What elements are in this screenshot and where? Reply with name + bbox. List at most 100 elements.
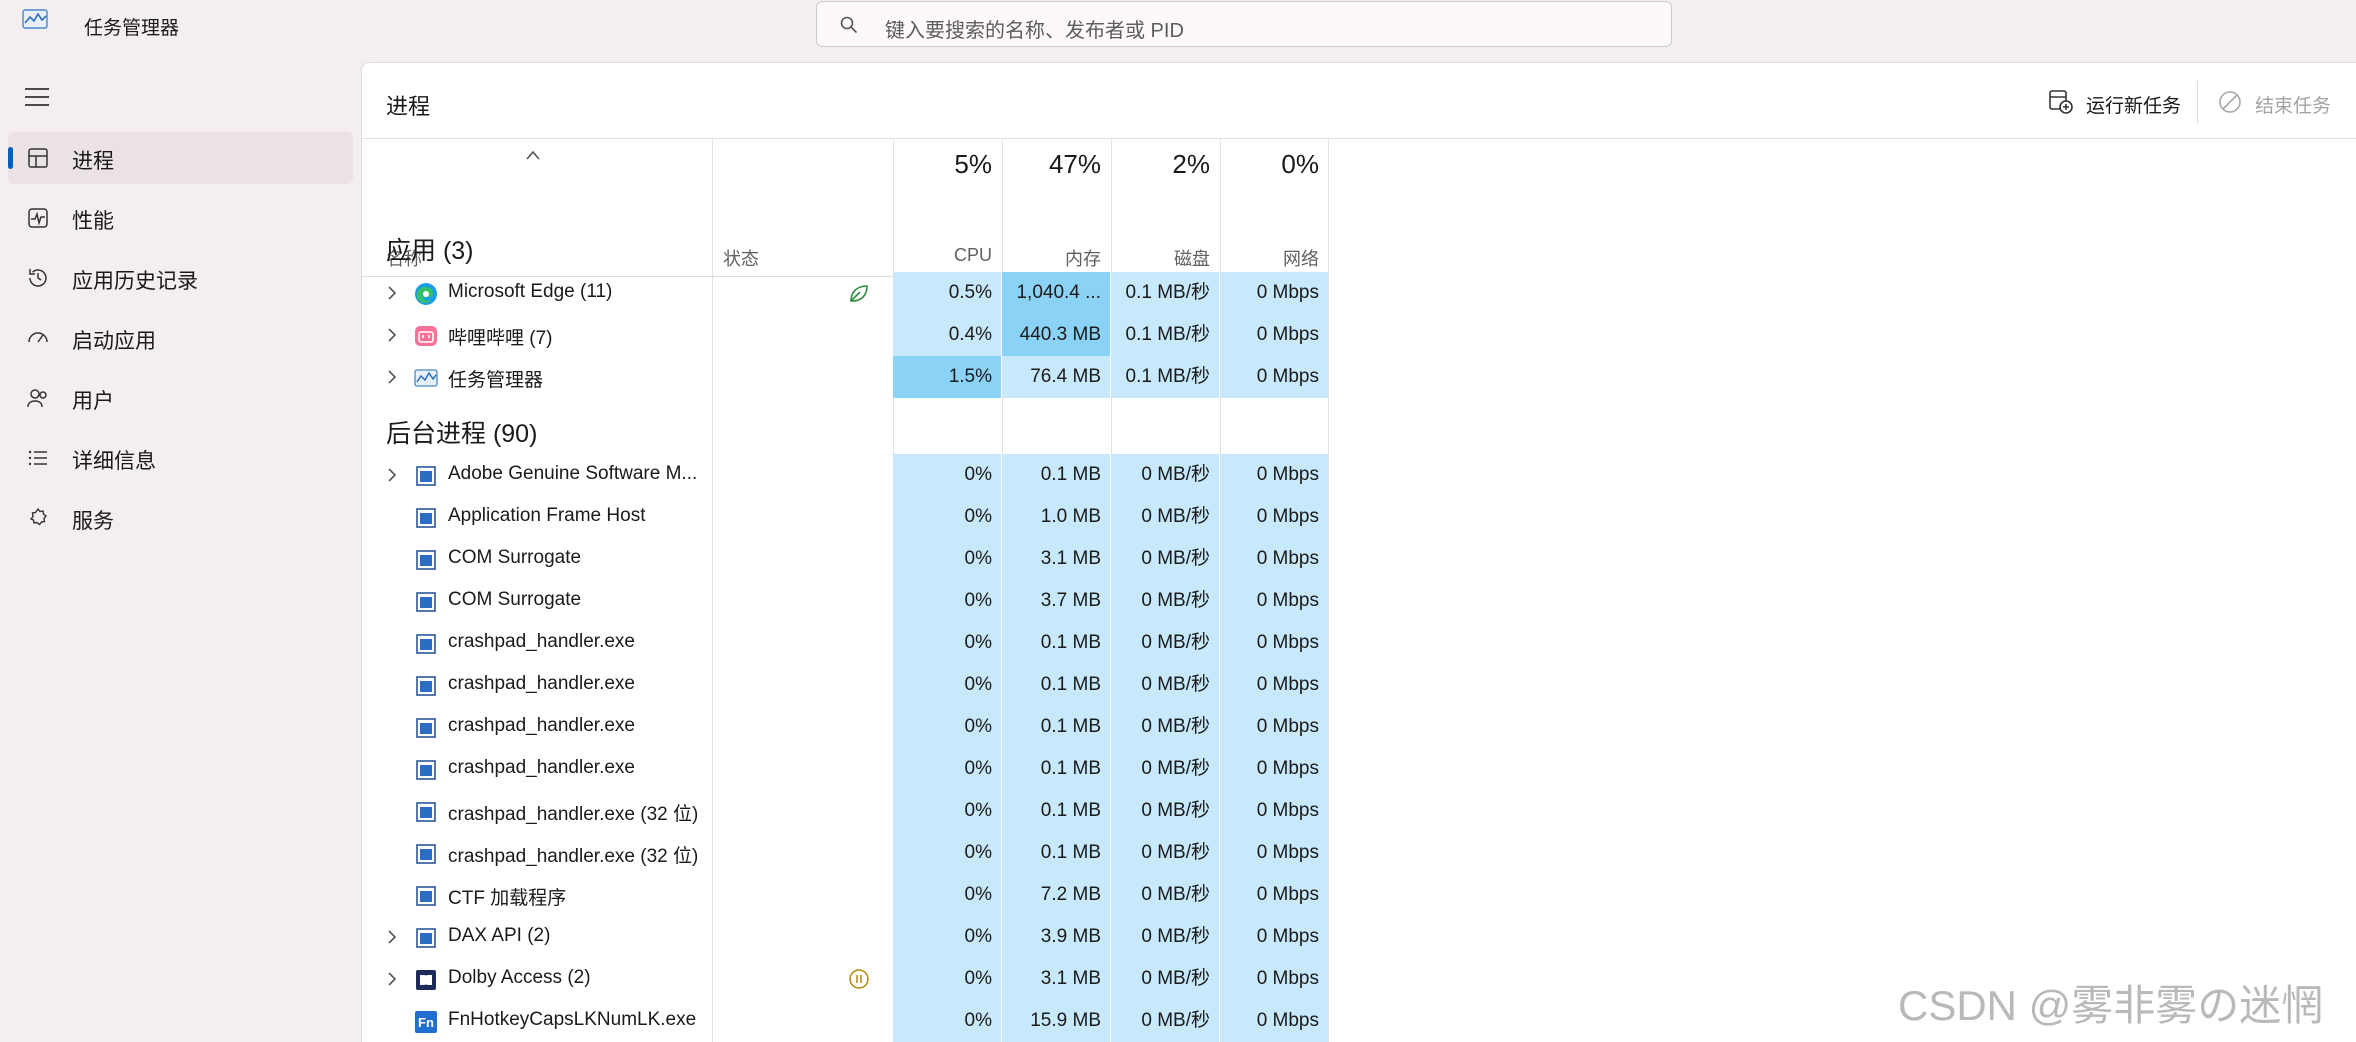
sidebar-item-startup-apps[interactable]: 启动应用 [8,312,353,364]
network-cell: 0 Mbps [1220,790,1328,832]
network-cell: 0 Mbps [1220,748,1328,790]
process-name: DAX API (2) [448,925,551,946]
app-history-icon [29,269,47,287]
processes-icon [28,148,48,168]
process-name: COM Surrogate [448,547,582,568]
table-row[interactable]: 哔哩哔哩 (7) 0.4% 440.3 MB 0.1 MB/秒 0 Mbps [362,314,1328,356]
task-manager-app-icon [22,9,48,29]
process-name: crashpad_handler.exe (32 位) [448,846,699,867]
active-indicator [8,147,13,169]
network-cell: 0 Mbps [1220,916,1328,958]
chevron-right-icon[interactable] [386,928,398,946]
sidebar-item-performance[interactable]: 性能 [8,192,353,244]
process-name: crashpad_handler.exe [448,631,635,652]
column-header-network[interactable]: 0% 网络 [1220,139,1328,276]
disk-cell: 0 MB/秒 [1111,958,1219,1000]
cpu-cell: 1.5% [893,356,1001,398]
disk-cell: 0 MB/秒 [1111,664,1219,706]
table-row[interactable]: Dolby Access (2) 0% 3.1 MB 0 MB/秒 0 Mbps [362,958,1328,1000]
disk-cell: 0 MB/秒 [1111,580,1219,622]
cpu-cell: 0% [893,1000,1001,1042]
sidebar-item-processes[interactable]: 进程 [8,132,353,184]
end-task-label: 结束任务 [2255,96,2332,117]
table-row[interactable]: Application Frame Host 0% 1.0 MB 0 MB/秒 0 Mb… [362,496,1328,538]
column-header-memory[interactable]: 47% 内存 [1002,139,1110,276]
table-row[interactable]: crashpad_handler.exe 0% 0.1 MB 0 MB/秒 0 Mbps [362,622,1328,664]
startup-apps-icon [28,332,48,343]
table-row[interactable]: DAX API (2) 0% 3.9 MB 0 MB/秒 0 Mbps [362,916,1328,958]
group-title-background: 后台进程 (90) [386,420,538,448]
table-row[interactable]: Adobe Genuine Software M... 0% 0.1 MB 0 MB/… [362,454,1328,496]
chevron-right-icon[interactable] [386,326,398,344]
chevron-right-icon[interactable] [386,970,398,988]
hamburger-menu-icon[interactable] [24,86,50,108]
table-row[interactable]: crashpad_handler.exe (32 位) 0% 0.1 MB 0 MB/… [362,832,1328,874]
sidebar-item-label: 应用历史记录 [72,270,198,293]
table-row[interactable]: crashpad_handler.exe 0% 0.1 MB 0 MB/秒 0 Mbps [362,706,1328,748]
cpu-cell: 0% [893,706,1001,748]
table-row[interactable]: 任务管理器 1.5% 76.4 MB 0.1 MB/秒 0 Mbps [362,356,1328,398]
table-row[interactable]: Microsoft Edge (11) 0.5% 1,040.4 ... 0.1… [362,272,1328,314]
cpu-cell: 0% [893,538,1001,580]
column-header-status[interactable]: 状态 [713,139,893,276]
column-header-disk[interactable]: 2% 磁盘 [1111,139,1219,276]
toolbar-separator [2197,81,2198,123]
sort-ascending-icon [526,150,540,160]
memory-cell: 3.1 MB [1002,958,1110,1000]
sidebar-item-details[interactable]: 详细信息 [8,432,353,484]
sidebar-item-app-history[interactable]: 应用历史记录 [8,252,353,304]
disk-cell: 0 MB/秒 [1111,622,1219,664]
process-name: crashpad_handler.exe [448,673,635,694]
table-row[interactable]: crashpad_handler.exe 0% 0.1 MB 0 MB/秒 0 Mbps [362,664,1328,706]
cpu-cell: 0% [893,622,1001,664]
app-window-icon [416,802,436,822]
app-window-icon [416,844,436,864]
table-row[interactable]: Fn FnHotkeyCapsLKNumLK.exe 0% 15.9 MB 0 MB/秒… [362,1000,1328,1042]
search-icon [840,16,857,33]
table-row[interactable]: crashpad_handler.exe 0% 0.1 MB 0 MB/秒 0 Mbps [362,748,1328,790]
process-name: Adobe Genuine Software M... [448,463,698,484]
table-row[interactable]: crashpad_handler.exe (32 位) 0% 0.1 MB 0 MB/… [362,790,1328,832]
app-window-icon [416,508,436,528]
app-window-icon [416,676,436,696]
cpu-cell: 0.4% [893,314,1001,356]
table-row[interactable]: COM Surrogate 0% 3.7 MB 0 MB/秒 0 Mbps [362,580,1328,622]
process-name: Microsoft Edge (11) [448,281,613,302]
chevron-right-icon[interactable] [386,284,398,302]
cpu-cell: 0% [893,496,1001,538]
end-task-icon [2219,91,2241,113]
cpu-cell: 0% [893,748,1001,790]
sidebar-item-services[interactable]: 服务 [8,492,353,544]
table-row[interactable]: COM Surrogate 0% 3.1 MB 0 MB/秒 0 Mbps [362,538,1328,580]
memory-cell: 3.9 MB [1002,916,1110,958]
process-name: crashpad_handler.exe [448,757,635,778]
cpu-cell: 0% [893,832,1001,874]
users-icon [27,389,47,408]
page-title: 进程 [386,94,431,119]
chevron-right-icon[interactable] [386,368,398,386]
process-name: 哔哩哔哩 (7) [448,328,553,349]
disk-cell: 0.1 MB/秒 [1111,272,1219,314]
dolby-icon [416,970,436,990]
memory-cell: 76.4 MB [1002,356,1110,398]
network-cell: 0 Mbps [1220,580,1328,622]
search-box[interactable]: 键入要搜索的名称、发布者或 PID [816,1,1672,47]
cpu-cell: 0% [893,916,1001,958]
sidebar-item-label: 进程 [72,150,114,173]
network-total-percent: 0% [1281,149,1319,179]
app-window-icon [416,886,436,906]
table-row[interactable]: CTF 加载程序 0% 7.2 MB 0 MB/秒 0 Mbps [362,874,1328,916]
column-label-memory: 内存 [1065,249,1101,269]
cpu-cell: 0% [893,874,1001,916]
disk-cell: 0 MB/秒 [1111,1000,1219,1042]
memory-cell: 15.9 MB [1002,1000,1110,1042]
search-placeholder[interactable]: 键入要搜索的名称、发布者或 PID [885,14,1184,43]
network-cell: 0 Mbps [1220,958,1328,1000]
network-cell: 0 Mbps [1220,314,1328,356]
app-title: 任务管理器 [84,18,180,39]
column-header-cpu[interactable]: 5% CPU [893,139,1001,276]
app-window-icon [416,550,436,570]
sidebar-item-users[interactable]: 用户 [8,372,353,424]
chevron-right-icon[interactable] [386,466,398,484]
services-icon [29,507,47,526]
